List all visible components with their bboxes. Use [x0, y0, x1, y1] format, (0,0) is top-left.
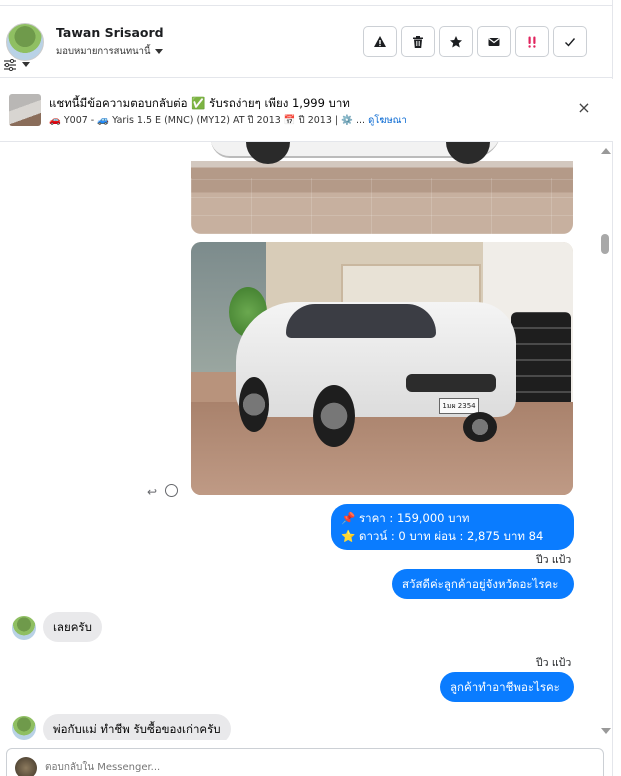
filter-icon[interactable] [3, 59, 17, 71]
contact-avatar[interactable] [12, 716, 36, 740]
ad-title: แชทนี้มีข้อความตอบกลับต่อ ✅ รับรถง่ายๆ เ… [49, 96, 350, 110]
car-wheel [313, 385, 355, 447]
mark-done-button[interactable] [553, 26, 587, 57]
windshield [286, 304, 436, 338]
price-line: 📌 ราคา : 159,000 บาท [341, 511, 470, 525]
floor-tiles [191, 178, 573, 234]
delete-button[interactable] [401, 26, 435, 57]
car-wheel [246, 142, 290, 164]
warning-icon [374, 35, 386, 47]
ad-context-bar: แชทนี้มีข้อความตอบกลับต่อ ✅ รับรถง่ายๆ เ… [0, 79, 613, 142]
ad-subtitle-text: 🚗 Y007 - 🚙 Yaris 1.5 E (MNC) (MY12) AT ป… [49, 115, 366, 126]
emoji-icon[interactable] [165, 484, 178, 497]
incoming-message: เลยครับ [43, 612, 102, 642]
star-button[interactable] [439, 26, 473, 57]
tire-stack [511, 312, 571, 407]
scroll-down-arrow-icon[interactable] [601, 728, 611, 734]
filter-chevron-icon[interactable] [22, 62, 30, 67]
priority-button[interactable] [515, 26, 549, 57]
check-icon [565, 37, 576, 47]
car-wheel [239, 377, 269, 432]
assign-conversation-dropdown[interactable]: มอบหมายการสนทนานี้ [56, 44, 163, 59]
sender-name: ปีว แป้ว [536, 554, 572, 566]
car-photo-2[interactable]: 1มผ 2354 [191, 242, 573, 495]
message-thread[interactable]: 1มผ 2354 ↩ 📌 ราคา : 159,000 บาท ⭐ ดาวน์ … [0, 142, 613, 740]
license-plate: 1มผ 2354 [439, 398, 479, 414]
view-ad-link[interactable]: ดูโฆษณา [368, 115, 407, 126]
reply-input[interactable] [45, 758, 445, 776]
trash-icon [413, 35, 423, 48]
page-avatar [15, 757, 37, 776]
assign-label: มอบหมายการสนทนานี้ [56, 46, 151, 57]
mail-icon [488, 37, 500, 46]
message-composer [6, 748, 604, 776]
thread-scrollbar[interactable] [598, 142, 613, 740]
star-icon [450, 35, 462, 47]
reply-icon[interactable]: ↩ [147, 485, 157, 499]
grille [406, 374, 496, 392]
down-payment-line: ⭐ ดาวน์ : 0 บาท ผ่อน : 2,875 บาท 84 งวด [341, 529, 544, 561]
contact-avatar[interactable] [12, 616, 36, 640]
ad-subtitle: 🚗 Y007 - 🚙 Yaris 1.5 E (MNC) (MY12) AT ป… [49, 113, 407, 128]
conversation-actions [363, 26, 587, 57]
car-wheel [446, 142, 490, 164]
mark-unread-button[interactable] [477, 26, 511, 57]
close-icon[interactable]: × [576, 100, 592, 116]
outgoing-message: 📌 ราคา : 159,000 บาท ⭐ ดาวน์ : 0 บาท ผ่อ… [331, 504, 574, 561]
mark-spam-button[interactable] [363, 26, 397, 57]
car-wheel [463, 412, 497, 442]
sender-name: ปีว แป้ว [536, 657, 572, 669]
priority-icon [528, 36, 536, 48]
contact-avatar[interactable] [6, 23, 44, 61]
contact-name[interactable]: Tawan Srisaord [56, 25, 164, 40]
outgoing-message: ลูกค้าทำอาชีพอะไรคะ [440, 672, 574, 702]
car-photo-1[interactable] [191, 142, 573, 234]
incoming-message: พ่อกับแม่ ทำชีพ รับซื้อของเก่าครับ [43, 714, 231, 740]
ad-thumbnail[interactable] [9, 94, 41, 126]
scrollbar-thumb[interactable] [601, 234, 609, 254]
scroll-up-arrow-icon[interactable] [601, 148, 611, 154]
outgoing-message: สวัสดีค่ะลูกค้าอยู่จังหวัดอะไรคะ [392, 569, 574, 599]
chevron-down-icon [154, 49, 163, 54]
conversation-header: Tawan Srisaord มอบหมายการสนทนานี้ [0, 6, 613, 78]
